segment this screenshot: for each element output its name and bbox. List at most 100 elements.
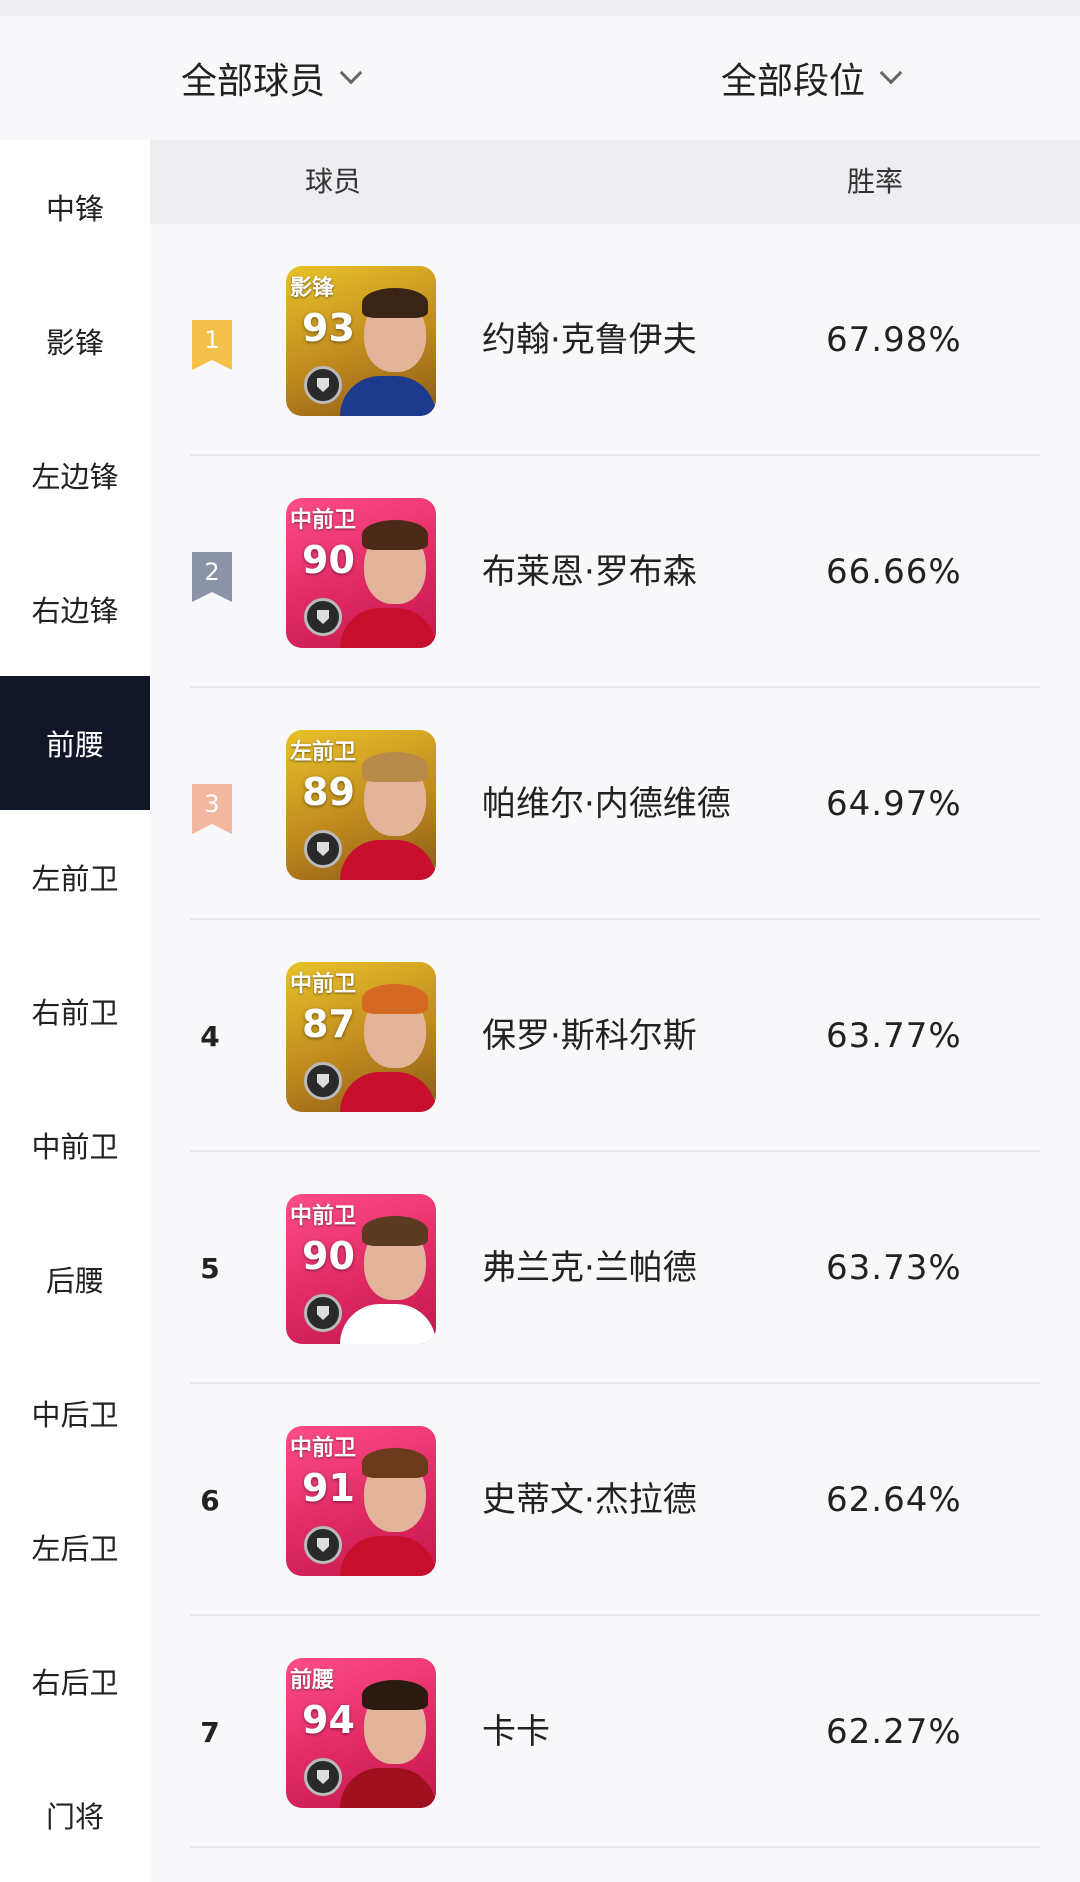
sidebar-item[interactable]: 右边锋 <box>0 542 150 676</box>
player-shirt <box>340 1304 436 1344</box>
player-name: 帕维尔·内德维德 <box>482 784 731 824</box>
player-row[interactable]: 3 左前卫 89 帕维尔·内德维德 64.97% <box>150 688 1080 920</box>
rank-ribbon: 2 <box>192 552 232 602</box>
card-badge-icon <box>304 830 342 868</box>
player-row[interactable]: 1 影锋 93 约翰·克鲁伊夫 67.98% <box>150 224 1080 456</box>
player-name: 史蒂文·杰拉德 <box>482 1480 697 1520</box>
top-strip <box>0 0 1080 16</box>
card-badge-icon <box>304 598 342 636</box>
sidebar-item[interactable]: 后腰 <box>0 1212 150 1346</box>
player-name: 卡卡 <box>482 1712 550 1752</box>
player-hair <box>362 1680 428 1710</box>
tier-filter-label: 全部段位 <box>720 61 865 102</box>
card-rating: 93 <box>302 306 355 350</box>
sidebar-item[interactable]: 右后卫 <box>0 1614 150 1748</box>
tier-filter-dropdown[interactable]: 全部段位 <box>540 16 1080 140</box>
player-row[interactable]: 5 中前卫 90 弗兰克·兰帕德 63.73% <box>150 1152 1080 1384</box>
player-shirt <box>340 1072 436 1112</box>
ranking-panel: 球员 胜率 1 影锋 93 约翰·克鲁伊夫 67.98% 2 中前卫 90 布莱… <box>150 140 1080 1882</box>
card-rating: 87 <box>302 1002 355 1046</box>
sidebar-item[interactable]: 前腰 <box>0 676 150 810</box>
win-rate: 64.97% <box>826 784 962 824</box>
card-rating: 90 <box>302 1234 355 1278</box>
player-hair <box>362 1448 428 1478</box>
chevron-down-icon <box>879 61 903 85</box>
sidebar-item[interactable]: 中后卫 <box>0 1346 150 1480</box>
win-rate: 63.77% <box>826 1016 962 1056</box>
header-player: 球员 <box>305 165 362 198</box>
rank-number: 4 <box>200 1019 220 1053</box>
player-shirt <box>340 376 436 416</box>
rank-number: 1 <box>204 326 220 354</box>
sidebar-item[interactable]: 左边锋 <box>0 408 150 542</box>
card-rating: 94 <box>302 1698 355 1742</box>
filter-bar: 全部球员 全部段位 <box>0 16 1080 140</box>
player-row[interactable]: 6 中前卫 91 史蒂文·杰拉德 62.64% <box>150 1384 1080 1616</box>
rank-number: 5 <box>200 1251 220 1285</box>
sidebar-item[interactable]: 右前卫 <box>0 944 150 1078</box>
player-shirt <box>340 1536 436 1576</box>
player-hair <box>362 752 428 782</box>
rank-ribbon: 3 <box>192 784 232 834</box>
card-badge-icon <box>304 366 342 404</box>
player-name: 保罗·斯科尔斯 <box>482 1016 697 1056</box>
win-rate: 63.73% <box>826 1248 962 1288</box>
card-position: 中前卫 <box>290 1204 357 1229</box>
player-card[interactable]: 前腰 94 <box>286 1658 436 1808</box>
player-filter-label: 全部球员 <box>180 61 325 102</box>
player-name: 布莱恩·罗布森 <box>482 552 697 592</box>
card-position: 左前卫 <box>290 740 357 765</box>
player-card[interactable]: 中前卫 90 <box>286 1194 436 1344</box>
player-card[interactable]: 影锋 93 <box>286 266 436 416</box>
card-badge-icon <box>304 1758 342 1796</box>
row-divider <box>190 1846 1040 1848</box>
sidebar-item[interactable]: 门将 <box>0 1748 150 1882</box>
win-rate: 67.98% <box>826 320 962 360</box>
card-rating: 89 <box>302 770 355 814</box>
player-filter-dropdown[interactable]: 全部球员 <box>0 16 540 140</box>
card-rating: 90 <box>302 538 355 582</box>
player-card[interactable]: 中前卫 90 <box>286 498 436 648</box>
rank-ribbon: 1 <box>192 320 232 370</box>
card-position: 影锋 <box>290 276 335 301</box>
player-shirt <box>340 840 436 880</box>
player-shirt <box>340 608 436 648</box>
card-badge-icon <box>304 1526 342 1564</box>
player-row[interactable]: 4 中前卫 87 保罗·斯科尔斯 63.77% <box>150 920 1080 1152</box>
sidebar-item[interactable]: 中锋 <box>0 140 150 274</box>
table-header: 球员 胜率 <box>150 140 1080 224</box>
player-name: 弗兰克·兰帕德 <box>482 1248 697 1288</box>
player-card[interactable]: 中前卫 91 <box>286 1426 436 1576</box>
rank-number: 6 <box>200 1483 220 1517</box>
player-list: 1 影锋 93 约翰·克鲁伊夫 67.98% 2 中前卫 90 布莱恩·罗布森 … <box>150 224 1080 1848</box>
card-position: 前腰 <box>290 1668 335 1693</box>
player-hair <box>362 1216 428 1246</box>
card-position: 中前卫 <box>290 972 357 997</box>
card-position: 中前卫 <box>290 508 357 533</box>
card-badge-icon <box>304 1294 342 1332</box>
chevron-down-icon <box>339 61 363 85</box>
win-rate: 62.27% <box>826 1712 962 1752</box>
rank-number: 7 <box>200 1715 220 1749</box>
card-position: 中前卫 <box>290 1436 357 1461</box>
player-name: 约翰·克鲁伊夫 <box>482 320 697 360</box>
win-rate: 62.64% <box>826 1480 962 1520</box>
sidebar-item[interactable]: 左后卫 <box>0 1480 150 1614</box>
player-row[interactable]: 7 前腰 94 卡卡 62.27% <box>150 1616 1080 1848</box>
sidebar-item[interactable]: 中前卫 <box>0 1078 150 1212</box>
sidebar-item[interactable]: 左前卫 <box>0 810 150 944</box>
card-rating: 91 <box>302 1466 355 1510</box>
win-rate: 66.66% <box>826 552 962 592</box>
sidebar-item[interactable]: 影锋 <box>0 274 150 408</box>
header-win-rate: 胜率 <box>847 165 904 198</box>
rank-number: 2 <box>204 558 220 586</box>
player-shirt <box>340 1768 436 1808</box>
player-hair <box>362 288 428 318</box>
player-row[interactable]: 2 中前卫 90 布莱恩·罗布森 66.66% <box>150 456 1080 688</box>
player-hair <box>362 984 428 1014</box>
player-card[interactable]: 中前卫 87 <box>286 962 436 1112</box>
card-badge-icon <box>304 1062 342 1100</box>
player-card[interactable]: 左前卫 89 <box>286 730 436 880</box>
player-hair <box>362 520 428 550</box>
rank-number: 3 <box>204 790 220 818</box>
